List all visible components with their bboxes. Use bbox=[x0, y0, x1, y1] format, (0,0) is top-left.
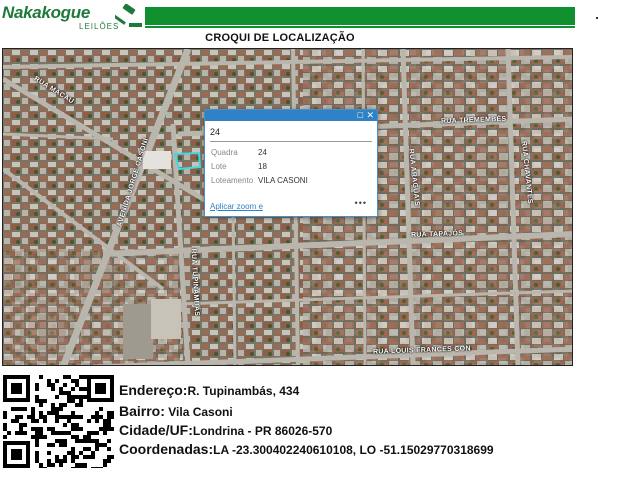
coordinates-value: LA -23.300402240610108, LO -51.150297703… bbox=[213, 443, 494, 457]
city-value: Londrina - PR 86026-570 bbox=[192, 424, 333, 438]
header-green-line bbox=[145, 26, 575, 28]
brand-subtitle: LEILÕES bbox=[79, 22, 120, 31]
lot-info-popup: □ ✕ 24 Quadra 24 Lote 18 Loteamento VILA… bbox=[204, 109, 378, 217]
popup-label-lote: Lote bbox=[211, 162, 227, 171]
address-label: Endereço: bbox=[119, 382, 188, 398]
header: Nakakogue LEILÕES bbox=[0, 0, 640, 32]
city-label: Cidade/UF: bbox=[119, 422, 193, 438]
coordinates-line: Coordenadas:LA -23.300402240610108, LO -… bbox=[119, 441, 494, 459]
popup-title: 24 bbox=[210, 127, 221, 137]
qr-code bbox=[3, 375, 114, 468]
popup-value-quadra: 24 bbox=[258, 148, 267, 157]
neighborhood-value: Vila Casoni bbox=[164, 405, 233, 419]
stray-dot bbox=[596, 17, 598, 19]
close-icon[interactable]: ✕ bbox=[366, 110, 374, 121]
popup-titlebar: □ ✕ bbox=[205, 110, 377, 121]
neighborhood-line: Bairro: Vila Casoni bbox=[119, 403, 233, 421]
map-title: CROQUI DE LOCALIZAÇÃO bbox=[205, 32, 355, 44]
city-line: Cidade/UF:Londrina - PR 86026-570 bbox=[119, 422, 332, 440]
brand-logo: Nakakogue LEILÕES bbox=[2, 3, 144, 31]
address-value: R. Tupinambás, 434 bbox=[187, 384, 300, 398]
apply-zoom-link[interactable]: Aplicar zoom e bbox=[210, 202, 263, 211]
neighborhood-label: Bairro: bbox=[119, 403, 165, 419]
gavel-icon bbox=[115, 4, 142, 27]
popup-value-loteamento: VILA CASONI bbox=[258, 176, 308, 185]
maximize-icon[interactable]: □ bbox=[358, 110, 363, 121]
popup-value-lote: 18 bbox=[258, 162, 267, 171]
more-options-icon[interactable]: ••• bbox=[355, 198, 367, 208]
header-green-bar bbox=[145, 7, 575, 25]
popup-label-loteamento: Loteamento bbox=[211, 176, 254, 185]
popup-label-quadra: Quadra bbox=[211, 148, 238, 157]
address-line: Endereço:R. Tupinambás, 434 bbox=[119, 382, 299, 400]
popup-divider bbox=[210, 141, 372, 142]
coordinates-label: Coordenadas: bbox=[119, 441, 214, 457]
brand-name: Nakakogue bbox=[2, 3, 91, 22]
